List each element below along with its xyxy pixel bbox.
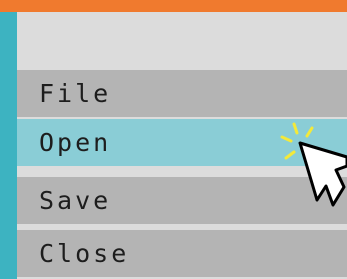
menu-item-open-label: Open — [39, 128, 112, 157]
top-accent-bar — [0, 0, 347, 12]
menu-item-file[interactable]: File — [17, 70, 347, 117]
menu-item-close-label: Close — [39, 239, 130, 268]
menu-item-file-label: File — [39, 79, 112, 108]
menu-item-close[interactable]: Close — [17, 230, 347, 277]
mouse-pointer-icon — [280, 122, 347, 207]
menu-item-save-label: Save — [39, 186, 112, 215]
